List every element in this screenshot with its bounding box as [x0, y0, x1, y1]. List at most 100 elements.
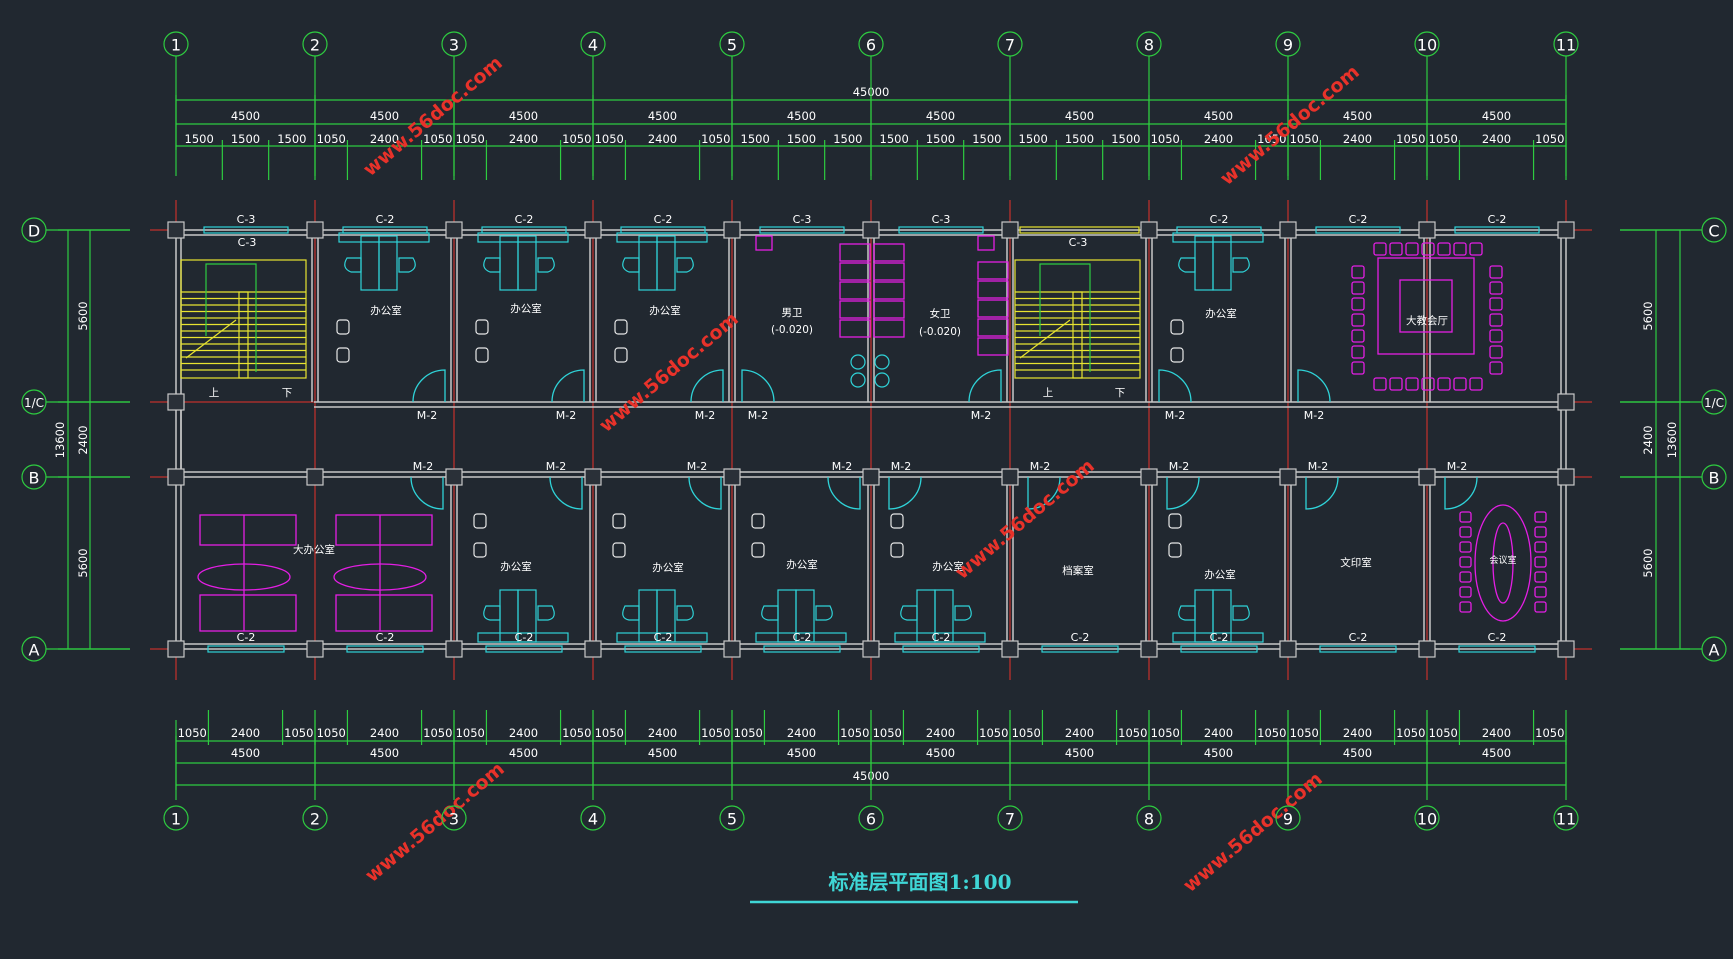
room-bottom-1: 大办公室 [293, 543, 335, 556]
axis-label-bottom-9: 9 [1283, 810, 1293, 829]
sub-dim-top-1: 1500 [231, 132, 260, 146]
sub-dim-bottom-8: 1050 [562, 726, 591, 740]
row-label-right-2: B [1709, 469, 1720, 488]
bay-dim-top-3: 4500 [648, 109, 677, 123]
right-dim-3: 5600 [1641, 548, 1655, 577]
floor-plan-drawing: 45000 45000 5600 2400 5600 13600 5600 24… [21, 31, 1727, 904]
room-bottom-8: 文印室 [1340, 556, 1372, 569]
stair-right-window: C-3 [1069, 236, 1088, 249]
sub-dim-top-22: 2400 [1204, 132, 1233, 146]
room-top-6: 办公室 [1205, 307, 1237, 320]
row-label-right-3: A [1709, 641, 1720, 660]
watermark-6: www.56doc.com [1179, 768, 1327, 897]
window-bottom-3: C-2 [654, 631, 673, 644]
sub-dim-bottom-9: 1050 [595, 726, 624, 740]
sub-dim-top-7: 2400 [509, 132, 538, 146]
room-bottom-4: 办公室 [786, 558, 818, 571]
axis-label-top-7: 7 [1005, 36, 1015, 55]
sub-dim-top-20: 1500 [1111, 132, 1140, 146]
bay-dim-bottom-3: 4500 [648, 746, 677, 760]
stair-right-down: 下 [1115, 387, 1126, 399]
row-label-left-3: A [29, 641, 40, 660]
sub-dim-bottom-15: 1050 [873, 726, 902, 740]
room-top-4-elev: (-0.020) [771, 324, 813, 336]
sub-dim-top-0: 1500 [185, 132, 214, 146]
window-bottom-5: C-2 [932, 631, 951, 644]
axis-label-top-4: 4 [588, 36, 598, 55]
room-top-5: 女卫 [930, 307, 951, 320]
sub-dim-bottom-24: 1050 [1290, 726, 1319, 740]
sub-dim-top-28: 2400 [1482, 132, 1511, 146]
door-top-3: M-2 [748, 409, 768, 422]
sub-dim-top-21: 1050 [1151, 132, 1180, 146]
sub-dim-top-9: 1050 [595, 132, 624, 146]
sub-dim-top-16: 1500 [926, 132, 955, 146]
sub-dim-bottom-3: 1050 [317, 726, 346, 740]
right-dim-1: 5600 [1641, 301, 1655, 330]
axis-label-bottom-7: 7 [1005, 810, 1015, 829]
stair-right-up: 上 [1043, 387, 1054, 399]
sub-dim-top-2: 1500 [277, 132, 306, 146]
window-bottom-7: C-2 [1210, 631, 1229, 644]
door-bottom-6: M-2 [1169, 460, 1189, 473]
sub-dim-top-26: 1050 [1396, 132, 1425, 146]
door-top-4: M-2 [971, 409, 991, 422]
watermark-5: www.56doc.com [361, 758, 509, 887]
door-top-2: M-2 [695, 409, 715, 422]
sub-dim-bottom-22: 2400 [1204, 726, 1233, 740]
partition-walls [180, 230, 1431, 649]
sub-dim-bottom-4: 2400 [370, 726, 399, 740]
sub-dim-bottom-17: 1050 [979, 726, 1008, 740]
axis-label-top-9: 9 [1283, 36, 1293, 55]
door-top-6: M-2 [1304, 409, 1324, 422]
window-bottom-4: C-2 [793, 631, 812, 644]
sub-dim-bottom-19: 2400 [1065, 726, 1094, 740]
axis-label-top-10: 10 [1417, 36, 1437, 55]
window-bottom-1: C-2 [376, 631, 395, 644]
room-bottom-7: 办公室 [1204, 568, 1236, 581]
left-dim-3: 5600 [76, 548, 90, 577]
sub-dim-bottom-23: 1050 [1257, 726, 1286, 740]
sub-dim-top-8: 1050 [562, 132, 591, 146]
sub-dim-bottom-10: 2400 [648, 726, 677, 740]
sub-dim-bottom-5: 1050 [423, 726, 452, 740]
right-total-dim: 13600 [1665, 422, 1679, 459]
doors [410, 369, 1478, 510]
sub-dim-top-17: 1500 [972, 132, 1001, 146]
window-top-7: C-2 [1349, 213, 1368, 226]
window-bottom-9: C-2 [1488, 631, 1507, 644]
furniture [197, 232, 1547, 643]
axis-label-bottom-4: 4 [588, 810, 598, 829]
window-top-2: C-2 [515, 213, 534, 226]
room-bottom-9: 会议室 [1489, 554, 1516, 566]
bay-dim-bottom-2: 4500 [509, 746, 538, 760]
sub-dim-bottom-0: 1050 [178, 726, 207, 740]
sub-dim-bottom-2: 1050 [284, 726, 313, 740]
window-top-0: C-3 [237, 213, 256, 226]
window-bottom-2: C-2 [515, 631, 534, 644]
sub-dim-bottom-20: 1050 [1118, 726, 1147, 740]
sub-dim-bottom-1: 2400 [231, 726, 260, 740]
left-dim-2: 2400 [76, 425, 90, 454]
door-bottom-0: M-2 [413, 460, 433, 473]
sub-dim-top-27: 1050 [1429, 132, 1458, 146]
sub-dim-top-15: 1500 [880, 132, 909, 146]
room-bottom-2: 办公室 [500, 560, 532, 573]
door-bottom-3: M-2 [832, 460, 852, 473]
bay-dim-bottom-7: 4500 [1204, 746, 1233, 760]
bay-dim-bottom-0: 4500 [231, 746, 260, 760]
sub-dim-bottom-18: 1050 [1012, 726, 1041, 740]
sub-dim-top-19: 1500 [1065, 132, 1094, 146]
sub-dim-bottom-13: 2400 [787, 726, 816, 740]
axis-label-top-2: 2 [310, 36, 320, 55]
row-label-right-1: 1/C [1704, 396, 1724, 410]
door-bottom-8: M-2 [1447, 460, 1467, 473]
bay-dim-bottom-4: 4500 [787, 746, 816, 760]
stair-left-window: C-3 [238, 236, 257, 249]
drawing-title: 标准层平面图1:100 [828, 870, 1011, 894]
door-bottom-1: M-2 [546, 460, 566, 473]
door-bottom-4: M-2 [891, 460, 911, 473]
door-top-0: M-2 [417, 409, 437, 422]
door-bottom-2: M-2 [687, 460, 707, 473]
room-top-7: 大教会厅 [1406, 314, 1448, 327]
